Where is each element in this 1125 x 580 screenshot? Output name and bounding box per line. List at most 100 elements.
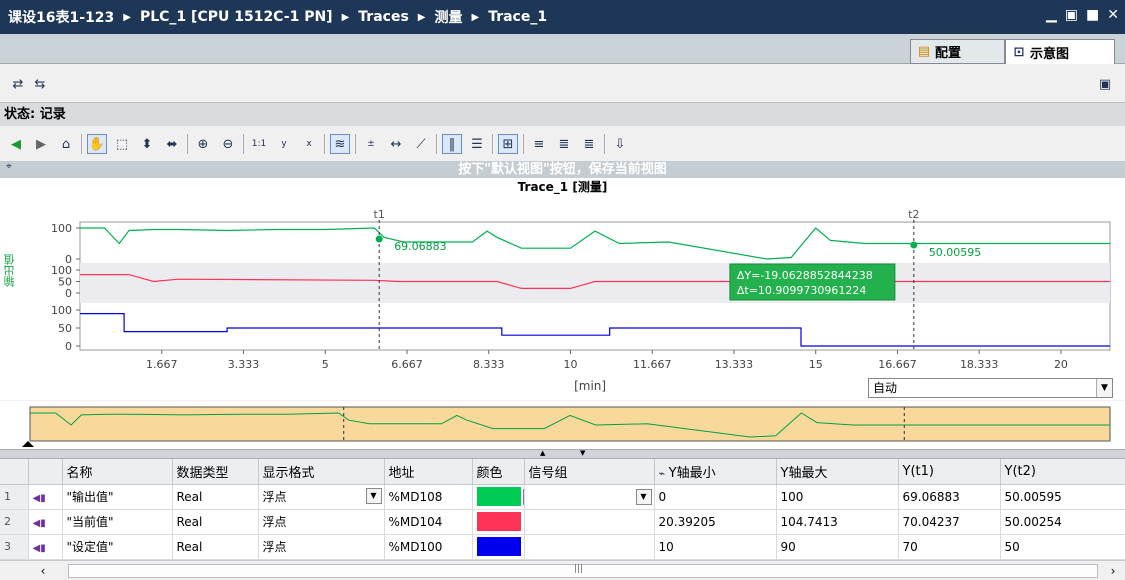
col-yt2[interactable]: Y(t2) — [1000, 459, 1125, 485]
collapse-up-icon[interactable]: ▲ — [540, 449, 545, 457]
cursor-t2-point — [910, 241, 918, 249]
col-color[interactable]: 颜色 — [472, 459, 525, 485]
zoom-horizontal-icon[interactable]: ⬌ — [162, 134, 182, 154]
breadcrumb-traces[interactable]: Traces — [358, 9, 409, 25]
zoom-100-icon[interactable]: 1:1 — [249, 134, 269, 154]
chart-overview[interactable] — [0, 401, 1125, 449]
cursor-t2-value: 50.00595 — [929, 246, 982, 259]
cursor-t1-value: 69.06883 — [394, 240, 447, 253]
horizontal-cursor-icon[interactable]: ☰ — [467, 134, 487, 154]
y-tick-label: 100 — [51, 304, 72, 317]
breadcrumb: 课设16表1-123 ▶ PLC_1 [CPU 1512C-1 PN] ▶ Trac… — [8, 7, 548, 27]
align-right-icon[interactable]: ≣ — [579, 134, 599, 154]
col-ymin[interactable]: ⌁ Y轴最小 — [654, 459, 777, 485]
table-row[interactable]: 2 ◀▮ "当前值" Real 浮点 %MD104 20.39205 104.7… — [0, 509, 1125, 535]
zoom-y-100-icon[interactable]: y — [274, 134, 294, 154]
chevron-down-icon[interactable]: ▼ — [1096, 379, 1112, 397]
trace-toolbar: ⇄ ⇆ ▣ — [0, 68, 1125, 100]
col-datatype[interactable]: 数据类型 — [172, 459, 259, 485]
col-address[interactable]: 地址 — [384, 459, 473, 485]
x-tick-label: 13.333 — [715, 358, 754, 371]
x-tick-label: 16.667 — [878, 358, 917, 371]
time-format-icon[interactable]: ± — [361, 134, 381, 154]
color-swatch[interactable] — [476, 512, 521, 531]
close-button[interactable]: ✕ — [1107, 7, 1119, 23]
maximize-button[interactable]: ■ — [1086, 7, 1099, 23]
view-tabs-bar: ▤ 配置 ⊡ 示意图 — [0, 34, 1125, 64]
collapse-down-icon[interactable]: ▼ — [580, 449, 585, 457]
tab-config[interactable]: ▤ 配置 — [910, 39, 1005, 64]
axis-icon: ⌁ — [658, 466, 669, 480]
cursor-t1-label: t1 — [374, 208, 385, 221]
legend-icon[interactable]: ≡ — [529, 134, 549, 154]
tab-diagram[interactable]: ⊡ 示意图 — [1005, 39, 1115, 64]
float-button[interactable]: ▣ — [1065, 7, 1078, 23]
default-view-icon[interactable]: ⌂ — [56, 134, 76, 154]
col-ymax[interactable]: Y轴最大 — [776, 459, 899, 485]
forward-icon[interactable]: ▶ — [31, 134, 51, 154]
cursor-t1-point — [375, 235, 383, 243]
export-icon[interactable]: ⇩ — [610, 134, 630, 154]
diagram-icon: ⊡ — [1013, 44, 1025, 60]
y-tick-label: 0 — [65, 340, 72, 353]
overview-range — [29, 406, 1111, 442]
align-left-icon[interactable]: ≣ — [554, 134, 574, 154]
breadcrumb-project[interactable]: 课设16表1-123 — [8, 7, 114, 27]
breadcrumb-plc[interactable]: PLC_1 [CPU 1512C-1 PN] — [140, 9, 333, 25]
x-tick-label: 20 — [1054, 358, 1068, 371]
splitter[interactable]: ▲ ▼ — [0, 449, 1125, 459]
zoom-rect-icon[interactable]: ⬚ — [112, 134, 132, 154]
table-row[interactable]: 1 ◀▮ "输出值" Real 浮点▼ %MD108 ▼ ▼ 0 100 69.… — [0, 484, 1125, 510]
minimize-button[interactable]: ▁ — [1046, 7, 1057, 23]
x-tick-label: 6.667 — [391, 358, 423, 371]
scroll-thumb[interactable]: ||| — [68, 564, 1098, 578]
table-row[interactable]: 3 ◀▮ "设定值" Real 浮点 %MD100 10 90 70 50 — [0, 534, 1125, 560]
zoom-mode-dropdown[interactable]: 自动 ▼ — [868, 378, 1113, 398]
signal-display-icon[interactable]: ≋ — [330, 134, 350, 154]
x-axis-label: [min] — [574, 379, 606, 393]
zoom-in-icon[interactable]: ⊕ — [193, 134, 213, 154]
status-text: 状态: 记录 — [0, 102, 1125, 126]
breadcrumb-measure[interactable]: 测量 — [434, 7, 462, 27]
tag-icon: ◀▮ — [32, 517, 46, 529]
measurement-points-icon[interactable]: ⟋ — [411, 134, 431, 154]
chevron-down-icon[interactable]: ▼ — [635, 488, 652, 505]
chevron-down-icon[interactable]: ▼ — [365, 488, 382, 504]
trace-chart[interactable]: Trace_1 [测量] 输出值 1.667 3.333 5 6.667 8.333 10… — [0, 178, 1125, 400]
x-tick-label: 11.667 — [633, 358, 672, 371]
scroll-left-icon[interactable]: ‹ — [34, 563, 52, 579]
x-tick-label: 8.333 — [473, 358, 505, 371]
chart-hint-band: ⌖ 按下"默认视图"按钮，保存当前视图 — [0, 161, 1125, 178]
chart-overview-icon[interactable]: ⊞ — [498, 134, 518, 154]
color-swatch[interactable] — [476, 537, 521, 556]
show-min-max-icon[interactable]: ↔ — [386, 134, 406, 154]
col-yt1[interactable]: Y(t1) — [898, 459, 1001, 485]
back-icon[interactable]: ◀ — [6, 134, 26, 154]
x-tick-label: 10 — [563, 358, 577, 371]
x-tick-label: 15 — [809, 358, 823, 371]
col-format[interactable]: 显示格式 — [258, 459, 385, 485]
transfer-to-project-icon[interactable]: ⇆ — [30, 74, 50, 94]
tag-icon: ◀▮ — [32, 492, 46, 504]
scroll-right-icon[interactable]: › — [1104, 563, 1122, 579]
zoom-x-100-icon[interactable]: x — [299, 134, 319, 154]
panel-layout-icon[interactable]: ▣ — [1095, 74, 1115, 94]
transfer-icon[interactable]: ⇄ — [8, 74, 28, 94]
col-name[interactable]: 名称 — [62, 459, 173, 485]
horizontal-scrollbar[interactable]: ‹ ||| › — [0, 560, 1125, 580]
delta-y-label: ΔY=-19.0628852844238 — [737, 269, 873, 282]
tag-icon: ◀▮ — [32, 542, 46, 554]
zoom-out-icon[interactable]: ⊖ — [218, 134, 238, 154]
window-controls: ▁ ▣ ■ ✕ — [1046, 7, 1119, 23]
vertical-cursor-icon[interactable]: ‖ — [442, 134, 462, 154]
col-signal-group[interactable]: 信号组 — [524, 459, 655, 485]
x-tick-label: 18.333 — [960, 358, 999, 371]
zoom-vertical-icon[interactable]: ⬍ — [137, 134, 157, 154]
cursor-t2-label: t2 — [908, 208, 919, 221]
delta-t-label: Δt=10.9099730961224 — [737, 284, 867, 297]
y-tick-label: 0 — [65, 287, 72, 300]
chart-toolbar: ◀ ▶ ⌂ ✋ ⬚ ⬍ ⬌ ⊕ ⊖ 1:1 y x ≋ ± ↔ ⟋ ‖ ☰ ⊞ … — [0, 128, 1125, 160]
overview-svg — [22, 406, 1111, 447]
color-swatch[interactable] — [476, 487, 521, 506]
hand-icon[interactable]: ✋ — [87, 134, 107, 154]
